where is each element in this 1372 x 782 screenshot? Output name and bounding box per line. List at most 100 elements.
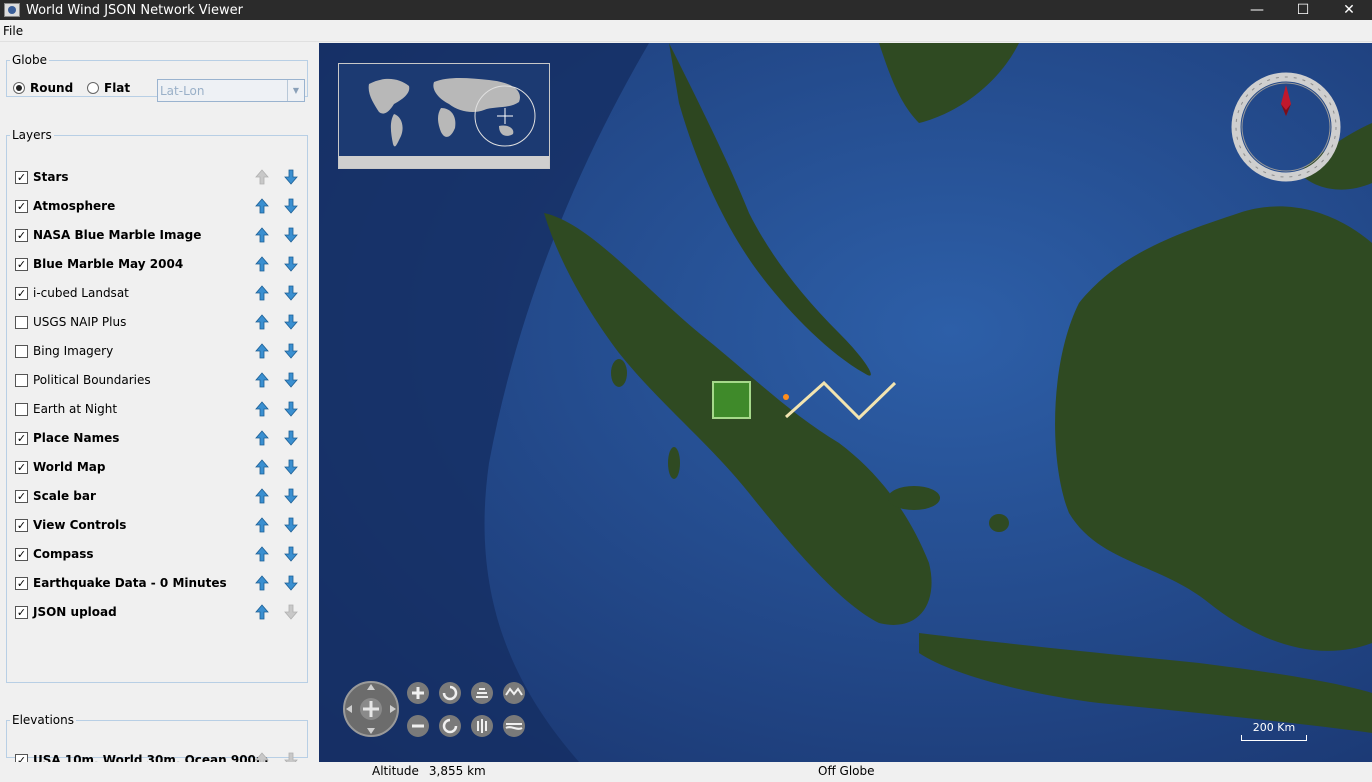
layer-checkbox[interactable] [15,402,28,416]
flat-radio-label: Flat [104,81,131,95]
move-up-icon[interactable] [255,604,269,620]
move-down-icon[interactable] [284,401,298,417]
layer-row: Bing Imagery [15,342,301,360]
layer-checkbox[interactable]: ✓ [15,228,28,242]
pan-control[interactable] [343,681,399,737]
move-up-icon[interactable] [255,227,269,243]
json-polygon[interactable] [712,381,751,419]
elevations-legend: Elevations [12,713,74,727]
move-up-icon[interactable] [255,488,269,504]
round-radio-label: Round [30,81,74,95]
exaggeration-up-icon[interactable] [503,682,525,704]
exaggeration-down-icon[interactable] [503,715,525,737]
minimize-button[interactable]: — [1234,0,1280,20]
move-up-icon[interactable] [255,546,269,562]
move-down-icon[interactable] [284,488,298,504]
move-up-icon[interactable] [255,517,269,533]
scale-bar-line [1241,735,1307,741]
status-bar: Altitude 3,855 km Off Globe [0,762,1372,782]
layer-row: Political Boundaries [15,371,301,389]
move-up-icon[interactable] [255,343,269,359]
heading-right-icon[interactable] [439,715,461,737]
chevron-down-icon[interactable]: ▼ [287,80,304,101]
move-up-icon[interactable] [255,198,269,214]
layer-checkbox[interactable]: ✓ [15,576,28,590]
world-map-overview[interactable] [338,63,550,169]
layer-checkbox[interactable]: ✓ [15,460,28,474]
sidebar: Globe Round Flat Lat-Lon ▼ Layers ✓ Stars… [0,43,318,768]
move-up-icon[interactable] [255,459,269,475]
maximize-button[interactable]: ☐ [1280,0,1326,20]
title-bar: World Wind JSON Network Viewer — ☐ ✕ [0,0,1372,20]
layer-row: USGS NAIP Plus [15,313,301,331]
layer-row: ✓ View Controls [15,516,301,534]
compass-icon[interactable] [1231,72,1341,182]
view-controls [343,681,525,737]
app-icon [4,3,20,17]
menu-bar: File [0,20,1372,42]
move-down-icon[interactable] [284,430,298,446]
layer-checkbox[interactable]: ✓ [15,257,28,271]
layer-checkbox[interactable]: ✓ [15,431,28,445]
flat-radio-indicator[interactable] [87,82,99,94]
layer-checkbox[interactable]: ✓ [15,547,28,561]
layer-checkbox[interactable]: ✓ [15,170,28,184]
move-down-icon[interactable] [284,169,298,185]
scale-bar: 200 Km [1241,716,1307,742]
layer-checkbox[interactable] [15,373,28,387]
layer-checkbox[interactable]: ✓ [15,489,28,503]
move-up-icon[interactable] [255,575,269,591]
move-down-icon[interactable] [284,546,298,562]
move-down-icon[interactable] [284,372,298,388]
move-up-icon[interactable] [255,285,269,301]
earthquake-marker[interactable] [783,394,789,400]
layer-checkbox[interactable] [15,344,28,358]
layers-group: Layers ✓ Stars ✓ Atmosphere ✓ NASA Blue Marbl… [6,128,308,683]
move-down-icon[interactable] [284,256,298,272]
globe-group: Globe Round Flat Lat-Lon ▼ [6,53,308,102]
move-down-icon[interactable] [284,314,298,330]
pitch-down-icon[interactable] [471,715,493,737]
layer-row: ✓ Atmosphere [15,197,301,215]
scale-bar-label: 200 Km [1252,721,1296,734]
move-down-icon[interactable] [284,285,298,301]
layer-checkbox[interactable]: ✓ [15,286,28,300]
layer-row: Earth at Night [15,400,301,418]
close-button[interactable]: ✕ [1326,0,1372,20]
move-down-icon[interactable] [284,343,298,359]
move-down-icon[interactable] [284,198,298,214]
menu-file[interactable]: File [1,24,25,38]
layer-row: ✓ Scale bar [15,487,301,505]
elevations-group: Elevations ✓ USA 10m, World 30m, Ocean 90… [6,713,308,768]
layer-checkbox[interactable]: ✓ [15,518,28,532]
zoom-in-icon[interactable] [407,682,429,704]
layer-row: ✓ Blue Marble May 2004 [15,255,301,273]
layer-checkbox[interactable]: ✓ [15,199,28,213]
flat-radio[interactable]: Flat [87,81,130,95]
window-controls: — ☐ ✕ [1234,0,1372,20]
heading-left-icon[interactable] [439,682,461,704]
move-down-icon[interactable] [284,227,298,243]
position-readout: Off Globe [818,764,875,778]
globe-view[interactable]: 200 Km [319,43,1372,762]
projection-select-value: Lat-Lon [160,83,205,98]
move-up-icon[interactable] [255,169,269,185]
pitch-up-icon[interactable] [471,682,493,704]
layer-checkbox[interactable]: ✓ [15,605,28,619]
move-up-icon[interactable] [255,372,269,388]
layer-checkbox[interactable] [15,315,28,329]
move-down-icon[interactable] [284,517,298,533]
move-down-icon[interactable] [284,604,298,620]
move-up-icon[interactable] [255,401,269,417]
move-up-icon[interactable] [255,256,269,272]
move-down-icon[interactable] [284,575,298,591]
layer-row: ✓ NASA Blue Marble Image [15,226,301,244]
window-title: World Wind JSON Network Viewer [26,2,243,18]
move-up-icon[interactable] [255,314,269,330]
round-radio[interactable]: Round [13,81,73,95]
zoom-out-icon[interactable] [407,715,429,737]
move-down-icon[interactable] [284,459,298,475]
move-up-icon[interactable] [255,430,269,446]
round-radio-indicator[interactable] [13,82,25,94]
projection-select[interactable]: Lat-Lon ▼ [157,79,305,102]
